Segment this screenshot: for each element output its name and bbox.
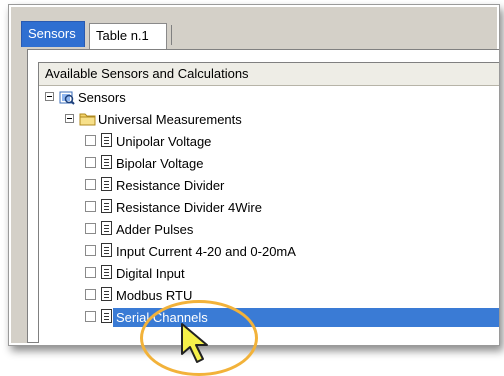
item-checkbox[interactable] [85, 289, 96, 300]
pointer-arrow-icon [178, 322, 222, 366]
document-icon [101, 221, 112, 235]
tab-sensors[interactable]: Sensors [21, 21, 85, 47]
folder-icon [79, 111, 96, 129]
item-checkbox[interactable] [85, 223, 96, 234]
collapse-icon[interactable] [45, 92, 54, 101]
document-icon [101, 133, 112, 147]
item-checkbox[interactable] [85, 267, 96, 278]
item-checkbox[interactable] [85, 179, 96, 190]
tree-item-bipolar-voltage[interactable]: Bipolar Voltage [39, 153, 479, 175]
sensors-tree-icon [59, 89, 75, 108]
window-frame: Sensors Table n.1 Available Sensors and … [8, 4, 500, 346]
tree-item-label: Adder Pulses [116, 222, 194, 237]
tree-item-label: Digital Input [116, 266, 185, 281]
document-icon [101, 199, 112, 213]
item-checkbox[interactable] [85, 311, 96, 322]
document-icon [101, 243, 112, 257]
tree-node-sensors[interactable]: Sensors [39, 87, 479, 109]
tree-node-label: Sensors [78, 90, 126, 105]
item-checkbox[interactable] [85, 135, 96, 146]
tree-item-resistance-divider-4wire[interactable]: Resistance Divider 4Wire [39, 197, 479, 219]
tree-item-label: Input Current 4-20 and 0-20mA [116, 244, 296, 259]
document-icon [101, 287, 112, 301]
tree-node-universal-measurements[interactable]: Universal Measurements [39, 109, 479, 131]
tree-item-adder-pulses[interactable]: Adder Pulses [39, 219, 479, 241]
document-icon [101, 177, 112, 191]
tree-item-input-current[interactable]: Input Current 4-20 and 0-20mA [39, 241, 479, 263]
document-icon [101, 309, 112, 323]
document-icon [101, 265, 112, 279]
tree-node-label: Universal Measurements [98, 112, 242, 127]
tree-item-resistance-divider[interactable]: Resistance Divider [39, 175, 479, 197]
tree-item-unipolar-voltage[interactable]: Unipolar Voltage [39, 131, 479, 153]
tab-table-n1[interactable]: Table n.1 [89, 23, 167, 49]
tab-separator [171, 25, 172, 45]
tree-column-header[interactable]: Available Sensors and Calculations [39, 63, 499, 86]
sensor-tree: Available Sensors and Calculations Senso… [38, 62, 499, 343]
tree-item-digital-input[interactable]: Digital Input [39, 263, 479, 285]
tree-item-label: Resistance Divider [116, 178, 225, 193]
tree-item-label: Unipolar Voltage [116, 134, 212, 149]
tree-item-serial-channels[interactable]: Serial Channels [39, 307, 499, 329]
window-body: Sensors Table n.1 Available Sensors and … [11, 7, 499, 343]
document-icon [101, 155, 112, 169]
collapse-icon[interactable] [65, 114, 74, 123]
item-checkbox[interactable] [85, 201, 96, 212]
tree-item-label: Bipolar Voltage [116, 156, 204, 171]
item-checkbox[interactable] [85, 245, 96, 256]
tree-item-label: Resistance Divider 4Wire [116, 200, 262, 215]
sensors-panel: Available Sensors and Calculations Senso… [27, 49, 499, 343]
tree-header-label: Available Sensors and Calculations [45, 66, 249, 81]
item-checkbox[interactable] [85, 157, 96, 168]
tree-item-modbus-rtu[interactable]: Modbus RTU [39, 285, 479, 307]
